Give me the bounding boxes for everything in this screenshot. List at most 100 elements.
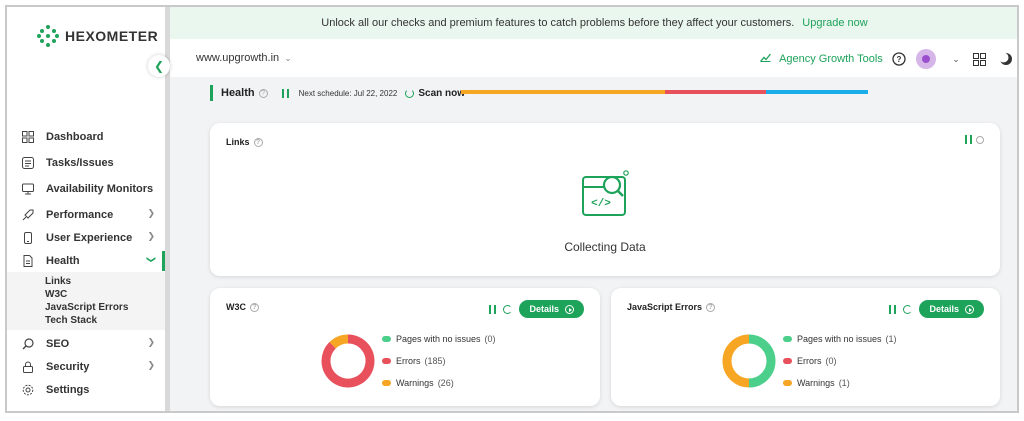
tasks-icon [21, 156, 35, 170]
donut-slice-warnings [329, 334, 349, 349]
js-details-button[interactable]: Details [919, 300, 984, 318]
legend-dot-errors [382, 358, 391, 364]
help-icon[interactable]: ? [258, 88, 268, 98]
monitor-icon [21, 182, 35, 196]
donut-slice-errors [321, 334, 375, 388]
legend-item: Errors (0) [783, 350, 897, 372]
chevron-down-icon: ⌄ [284, 53, 292, 63]
refresh-icon[interactable] [903, 304, 913, 314]
submenu-item-w3c[interactable]: W3C [45, 288, 165, 301]
legend-item: Pages with no issues (0) [382, 328, 496, 350]
w3c-card-tools: Details [489, 300, 584, 318]
agency-growth-tools-link[interactable]: Agency Growth Tools [760, 52, 883, 65]
pause-icon[interactable] [965, 135, 972, 144]
w3c-details-button[interactable]: Details [519, 300, 584, 318]
legend-dot-warnings [783, 380, 792, 386]
sidebar: HEXOMETER Dashboard Tasks/Issues Availab… [7, 7, 169, 411]
sidebar-item-health[interactable]: Health ❯ [7, 249, 165, 272]
sidebar-item-label: Availability Monitors [46, 182, 154, 195]
submenu-item-links[interactable]: Links [45, 275, 165, 288]
donut-slice-no-issues [748, 334, 776, 388]
next-schedule: Next schedule: Jul 22, 2022 [298, 88, 398, 98]
javascript-errors-card: JavaScript Errors ? Details Pages with n… [611, 288, 1000, 406]
upgrade-link[interactable]: Upgrade now [802, 17, 867, 29]
user-avatar[interactable] [916, 49, 936, 69]
links-card: Links ? </> Collecting Data [210, 123, 1000, 276]
pause-icon[interactable] [489, 304, 497, 314]
trend-up-icon [760, 53, 774, 65]
collapse-sidebar-button[interactable]: ❮ [148, 55, 170, 77]
help-icon[interactable]: ? [706, 302, 716, 312]
apps-grid-icon[interactable] [970, 50, 988, 68]
search-icon [21, 337, 35, 351]
banner-text: Unlock all our checks and premium featur… [321, 17, 795, 29]
legend-item: Errors (185) [382, 350, 496, 372]
help-icon[interactable]: ? [890, 50, 908, 68]
page-title: Health [221, 87, 255, 99]
help-icon[interactable]: ? [253, 137, 263, 147]
document-icon [21, 254, 35, 268]
section-accent-bar [210, 85, 213, 101]
chevron-right-icon: ❯ [147, 360, 155, 370]
refresh-icon[interactable] [503, 304, 513, 314]
chevron-left-icon: ❮ [153, 59, 165, 73]
sidebar-item-label: Security [46, 360, 90, 373]
dark-mode-toggle-icon[interactable] [996, 50, 1014, 68]
clock-icon[interactable] [976, 135, 984, 144]
sidebar-item-performance[interactable]: Performance ❯ [7, 203, 165, 226]
submenu-item-javascript-errors[interactable]: JavaScript Errors [45, 301, 165, 314]
sidebar-item-label: User Experience [46, 231, 133, 244]
help-icon[interactable]: ? [250, 302, 259, 312]
hexometer-logo-icon [37, 25, 59, 47]
logo[interactable]: HEXOMETER [37, 24, 158, 48]
sidebar-item-settings[interactable]: Settings [7, 378, 165, 401]
links-card-tools [965, 135, 984, 144]
sidebar-item-tasks[interactable]: Tasks/Issues [7, 151, 165, 174]
w3c-card-title: W3C ? [226, 302, 259, 312]
sidebar-item-label: Health [46, 254, 80, 267]
chevron-down-icon: ❯ [146, 255, 157, 264]
collecting-data-text: Collecting Data [564, 240, 646, 254]
pause-icon[interactable] [281, 88, 289, 98]
progress-segment-errors [664, 90, 767, 94]
gear-icon [21, 383, 35, 397]
upgrade-banner: Unlock all our checks and premium featur… [170, 7, 1017, 39]
sidebar-item-seo[interactable]: SEO ❯ [7, 332, 165, 355]
js-card-title: JavaScript Errors ? [627, 302, 716, 312]
dashboard-icon [21, 130, 35, 144]
chevron-down-icon[interactable]: ⌄ [947, 50, 965, 68]
legend-item: Warnings (26) [382, 372, 496, 394]
sidebar-item-availability[interactable]: Availability Monitors [7, 177, 165, 200]
sidebar-nav: Dashboard Tasks/Issues Availability Moni… [7, 125, 165, 401]
legend-dot-errors [783, 358, 792, 364]
svg-text:</>: </> [591, 198, 611, 210]
progress-segment-warnings [461, 90, 665, 94]
pause-icon[interactable] [889, 304, 897, 314]
health-header: Health ? Next schedule: Jul 22, 2022 Sca… [210, 85, 465, 101]
sidebar-item-user-experience[interactable]: User Experience ❯ [7, 226, 165, 249]
legend-item: Pages with no issues (1) [783, 328, 897, 350]
sidebar-item-security[interactable]: Security ❯ [7, 355, 165, 378]
rocket-icon [21, 208, 35, 222]
refresh-icon [405, 88, 415, 98]
health-submenu: Links W3C JavaScript Errors Tech Stack [7, 272, 165, 330]
sidebar-item-label: Performance [46, 208, 114, 221]
chevron-right-icon: ❯ [147, 231, 155, 241]
site-url: www.upgrowth.in [196, 52, 280, 64]
scan-now-button[interactable]: Scan now [405, 88, 465, 99]
chevron-right-icon: ❯ [147, 337, 155, 347]
play-circle-icon [565, 304, 574, 314]
site-selector[interactable]: www.upgrowth.in ⌄ [196, 52, 292, 64]
chevron-right-icon: ❯ [147, 208, 155, 218]
w3c-legend: Pages with no issues (0) Errors (185) Wa… [382, 328, 496, 394]
sidebar-item-dashboard[interactable]: Dashboard [7, 125, 165, 148]
sidebar-item-label: Tasks/Issues [46, 156, 114, 169]
legend-dot-no-issues [382, 336, 391, 342]
sidebar-item-label: Dashboard [46, 130, 104, 143]
progress-segment-info [766, 90, 868, 94]
w3c-card: W3C ? Details Pages with no issues (0) E… [210, 288, 600, 406]
submenu-item-tech-stack[interactable]: Tech Stack [45, 314, 165, 327]
svg-text:?: ? [897, 55, 902, 64]
legend-item: Warnings (1) [783, 372, 897, 394]
links-card-title: Links ? [226, 137, 263, 147]
